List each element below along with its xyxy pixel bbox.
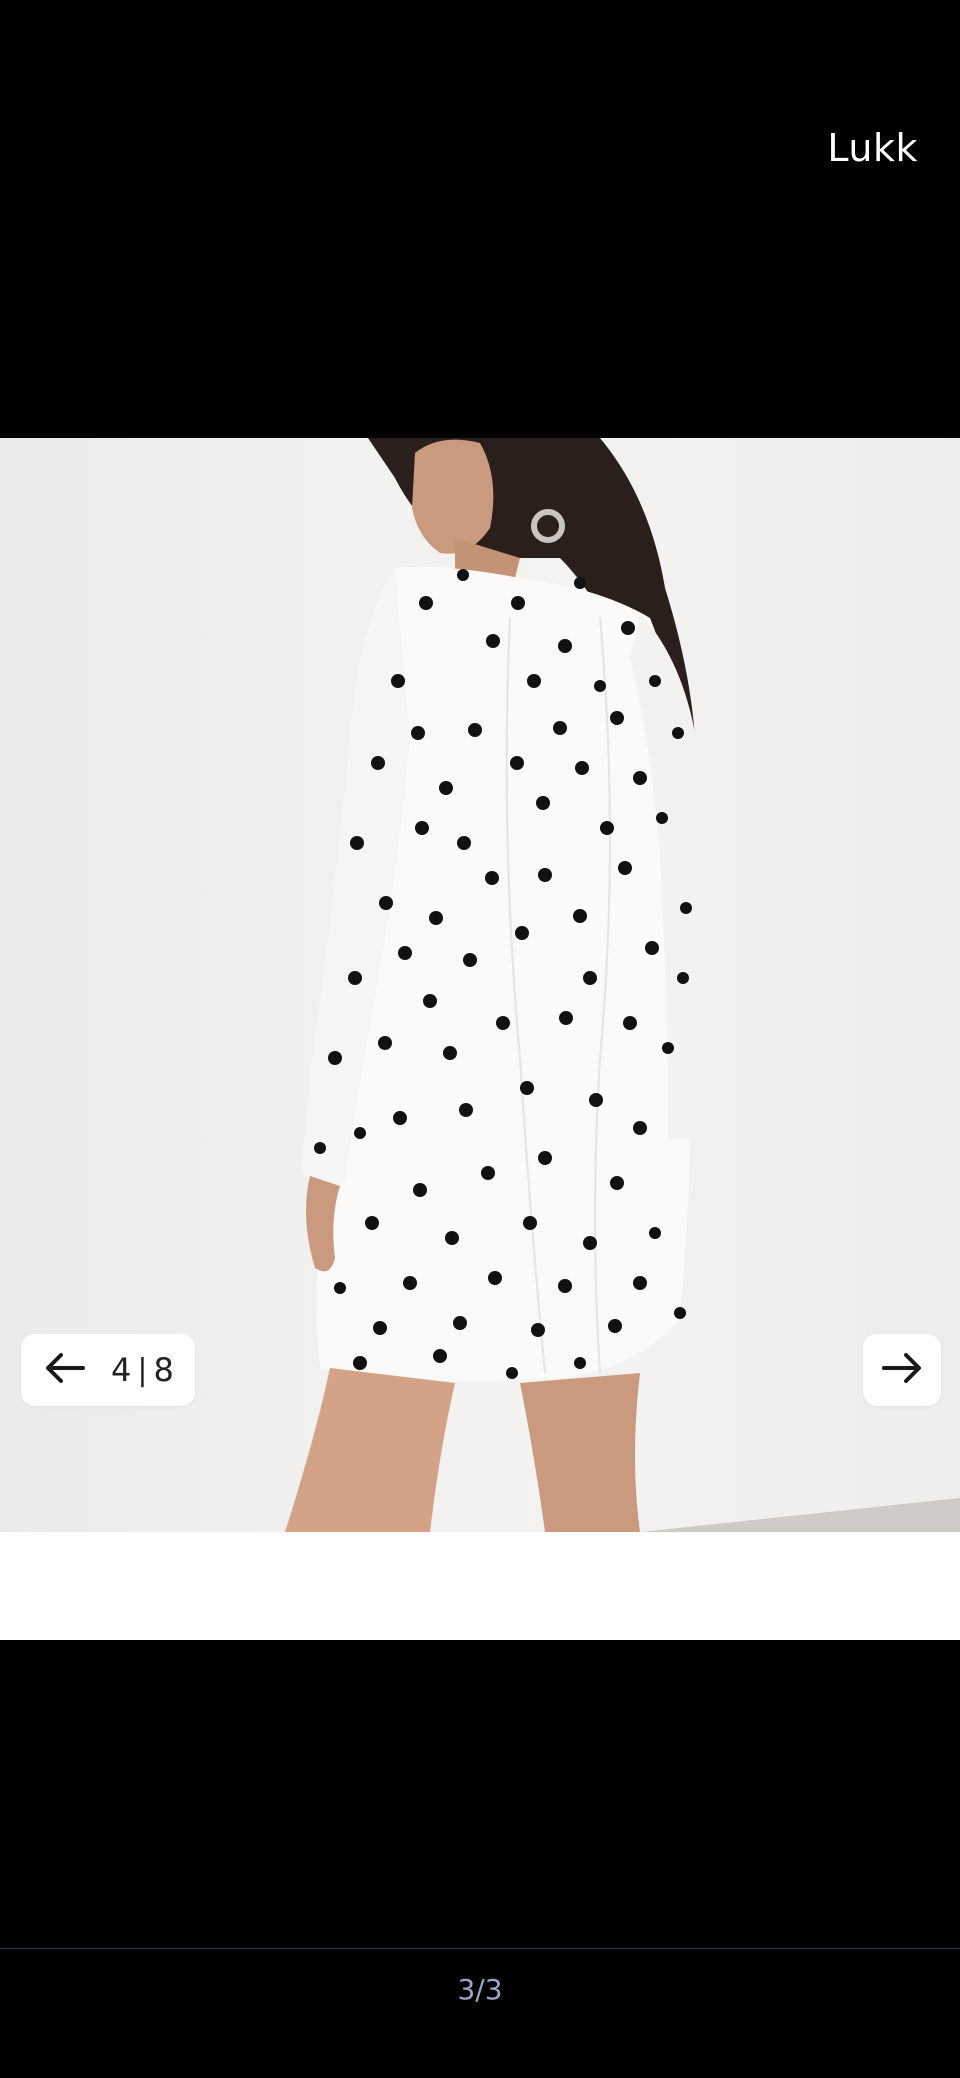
arrow-left-icon — [41, 1344, 89, 1397]
pager-indicator: 3/3 — [457, 1973, 503, 2006]
image-counter-total: 8 — [153, 1351, 174, 1389]
pager-bar: 3/3 — [0, 1948, 960, 2078]
image-counter-separator: | — [137, 1352, 148, 1388]
next-image-button[interactable] — [863, 1334, 941, 1406]
image-counter-current: 4 — [111, 1351, 132, 1389]
image-panel: 4 | 8 — [0, 438, 960, 1640]
lightbox-screen: Lukk 4 | 8 3/3 — [0, 0, 960, 2078]
arrow-right-icon — [878, 1344, 926, 1397]
image-counter: 4 | 8 — [111, 1351, 174, 1389]
close-button[interactable]: Lukk — [827, 126, 918, 170]
previous-image-button[interactable]: 4 | 8 — [21, 1334, 195, 1406]
